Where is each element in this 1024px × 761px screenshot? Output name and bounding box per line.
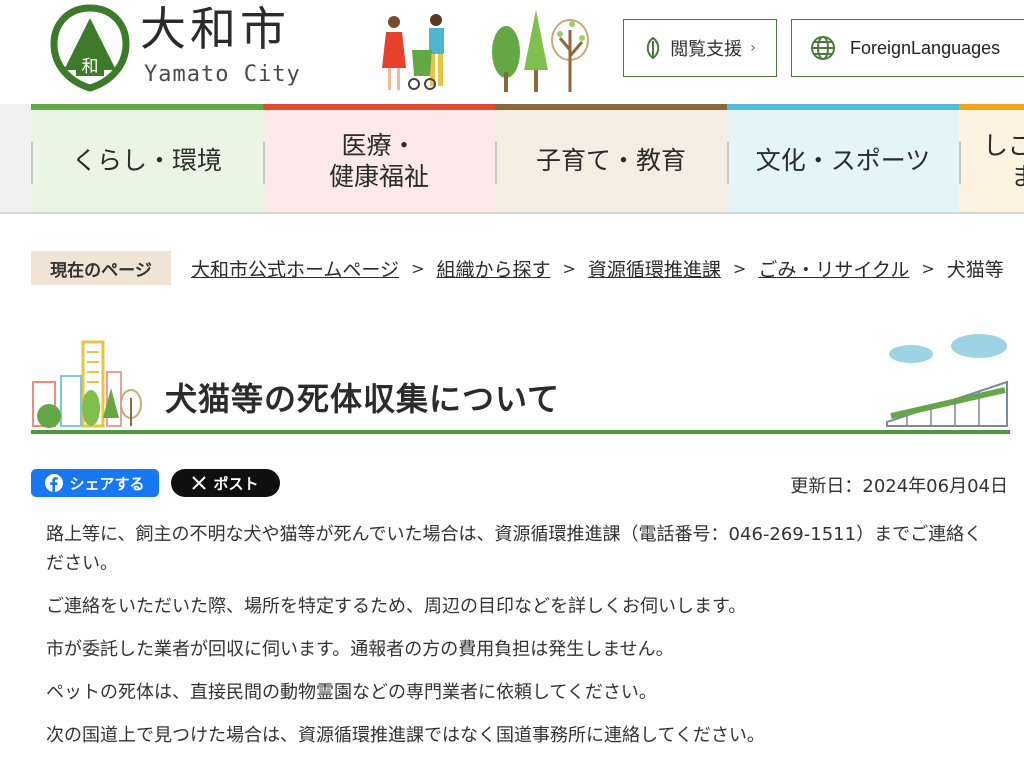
accessibility-support-label: 閲覧支援: [670, 39, 743, 60]
nav-label-line2: 健康福祉: [328, 162, 429, 191]
content-paragraph: 市が委託した業者が回収に伺います。通報者の方の費用負担は発生しません。: [46, 639, 674, 660]
main-content: 路上等に、飼主の不明な犬や猫等が死んでいた場合は、資源循環推進課（電話番号：04…: [46, 520, 986, 761]
emblem-char: 和: [82, 57, 99, 77]
nav-label: 文化・スポーツ: [755, 146, 931, 176]
breadcrumb-current: 犬猫等: [946, 258, 1004, 281]
nav-label: 医療・ 健康福祉: [329, 130, 429, 193]
breadcrumb-label: 現在のページ: [31, 251, 171, 285]
x-logo-icon: [192, 476, 207, 490]
breadcrumb-organization[interactable]: 組織から探す: [436, 255, 550, 282]
logo-english[interactable]: Yamato City: [144, 64, 301, 86]
nav-label-line1: 医療・: [341, 130, 417, 160]
breadcrumb-home[interactable]: 大和市公式ホームページ: [191, 255, 399, 282]
nav-separator: [31, 142, 33, 184]
content-paragraph: 次の国道上で見つけた場合は、資源循環推進課ではなく国道事務所に連絡してください。: [46, 725, 765, 746]
chevron-right-icon: >: [921, 258, 935, 278]
nav-bar: [495, 104, 727, 110]
family-illustration-icon: [382, 14, 444, 90]
page-title-banner: 犬猫等の死体収集について: [31, 330, 1010, 435]
updated-date: 更新日：2024年06月04日: [790, 476, 1008, 497]
site-header: 和 大和市 Yamato City 閲覧支援 › ForeignLanguage…: [0, 0, 1024, 104]
trees-illustration-icon: [492, 10, 589, 92]
nav-label: くらし・環境: [71, 146, 222, 176]
accessibility-support-button[interactable]: 閲覧支援 ›: [623, 19, 777, 77]
building-clouds-illustration-icon: [886, 334, 1008, 427]
nav-bar: [727, 104, 959, 110]
nav-separator: [263, 142, 265, 184]
nav-bar: [959, 104, 1024, 110]
nav-lead-spacer: [0, 104, 31, 212]
chevron-right-icon: ›: [750, 40, 756, 56]
foreign-languages-label: ForeignLanguages: [850, 37, 1001, 58]
nav-label: しごま: [983, 130, 1024, 193]
x-post-label: ポスト: [213, 474, 259, 493]
nav-label: 子育て・教育: [535, 146, 686, 176]
foreign-languages-button[interactable]: ForeignLanguages: [791, 19, 1024, 77]
nav-bar: [31, 104, 263, 110]
nav-separator: [727, 142, 729, 184]
leaf-icon: [646, 37, 660, 59]
facebook-share-label: シェアする: [69, 474, 145, 493]
breadcrumb-recycling[interactable]: ごみ・リサイクル: [758, 255, 909, 282]
facebook-share-button[interactable]: シェアする: [31, 469, 159, 497]
x-post-button[interactable]: ポスト: [171, 469, 280, 497]
cityscape-illustration-icon: [32, 340, 142, 428]
nav-bar: [263, 104, 495, 110]
nav-separator: [495, 142, 497, 184]
facebook-icon: [45, 474, 64, 492]
title-underline: [31, 430, 1010, 434]
content-paragraph: ご連絡をいただいた際、場所を特定するため、周辺の目印などを詳しくお伺いします。: [46, 596, 747, 617]
content-paragraph: 路上等に、飼主の不明な犬や猫等が死んでいた場合は、資源循環推進課（電話番号：04…: [46, 524, 983, 574]
nav-item-medical-welfare[interactable]: 医療・ 健康福祉: [263, 104, 495, 212]
global-nav: くらし・環境 医療・ 健康福祉 子育て・教育 文化・スポーツ しごま: [0, 104, 1024, 214]
breadcrumb: 大和市公式ホームページ > 組織から探す > 資源循環推進課 > ごみ・リサイク…: [191, 254, 1004, 282]
nav-item-childcare-education[interactable]: 子育て・教育: [495, 104, 727, 212]
logo-japanese[interactable]: 大和市: [140, 6, 290, 52]
nav-item-work[interactable]: しごま: [959, 104, 1024, 212]
chevron-right-icon: >: [732, 258, 747, 278]
content-paragraph: ペットの死体は、直接民間の動物霊園などの専門業者に依頼してください。: [46, 682, 657, 703]
nav-separator: [959, 142, 961, 184]
nav-label-line2: ま: [1011, 162, 1024, 191]
chevron-right-icon: >: [411, 258, 425, 278]
nav-item-living-environment[interactable]: くらし・環境: [31, 104, 263, 212]
nav-label-line1: しご: [983, 130, 1024, 160]
globe-icon: [811, 36, 835, 60]
nav-item-culture-sports[interactable]: 文化・スポーツ: [727, 104, 959, 212]
breadcrumb-department[interactable]: 資源循環推進課: [588, 255, 721, 282]
city-emblem-icon[interactable]: 和: [50, 4, 130, 92]
page-title: 犬猫等の死体収集について: [165, 380, 561, 418]
chevron-right-icon: >: [562, 258, 576, 278]
